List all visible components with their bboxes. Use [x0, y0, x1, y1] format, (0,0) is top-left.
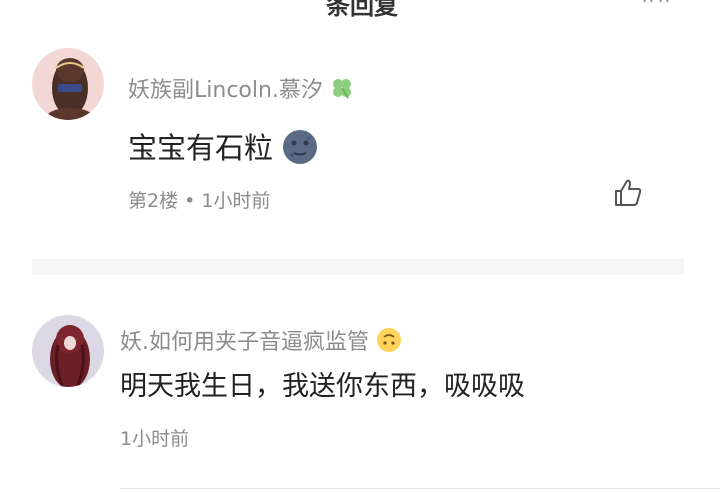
comment-text: 明天我生日，我送你东西，吸吸吸 — [120, 364, 525, 403]
comment-text-content: 明天我生日，我送你东西，吸吸吸 — [120, 371, 525, 402]
avatar[interactable] — [32, 315, 104, 387]
four-leaf-clover-icon — [330, 76, 354, 106]
comment-text-content: 宝宝有石粒 — [128, 131, 274, 165]
timestamp: 1小时前 — [201, 190, 271, 212]
username-text: 妖.如何用夹子音逼疯监管 — [120, 330, 369, 355]
timestamp: 1小时前 — [120, 428, 190, 450]
page-title: 条回复 — [326, 0, 398, 20]
thumbs-up-icon[interactable] — [612, 177, 644, 209]
section-divider — [32, 259, 684, 275]
username-text: 妖族副Lincoln.慕汐 — [128, 78, 323, 103]
comment-text: 宝宝有石粒 — [128, 125, 318, 172]
username[interactable]: 妖族副Lincoln.慕汐 — [128, 72, 354, 106]
row-divider — [120, 488, 720, 489]
floor-label: 第2楼 — [128, 190, 179, 212]
close-icon[interactable] — [640, 0, 672, 6]
upside-down-face-icon — [376, 327, 402, 359]
avatar[interactable] — [32, 48, 104, 120]
username[interactable]: 妖.如何用夹子音逼疯监管 — [120, 324, 402, 359]
comment-meta: 第2楼 • 1小时前 — [128, 186, 271, 213]
new-moon-face-icon — [282, 129, 318, 172]
meta-separator: • — [184, 190, 196, 212]
